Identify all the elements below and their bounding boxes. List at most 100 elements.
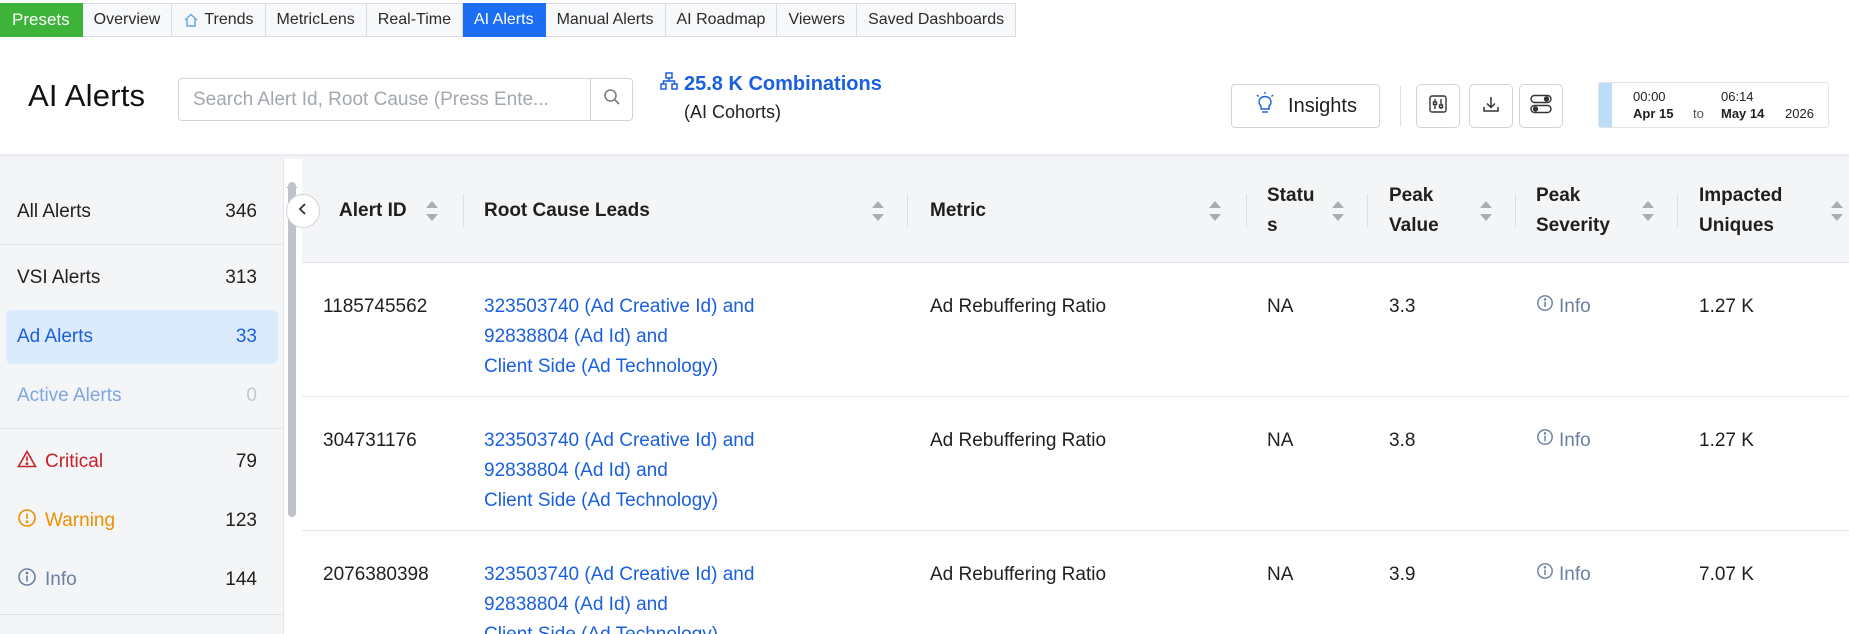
- metric-cell: Ad Rebuffering Ratio: [930, 296, 1107, 317]
- sidebar-item-warning[interactable]: Warning 123: [6, 494, 278, 548]
- sliders-icon: [1428, 94, 1448, 119]
- sidebar-item-active-alerts[interactable]: Active Alerts 0: [6, 369, 278, 423]
- sort-icon[interactable]: [1642, 201, 1654, 221]
- column-divider: [1246, 194, 1247, 228]
- severity-label: Info: [1559, 296, 1591, 317]
- sidebar-item-count: 79: [235, 451, 257, 472]
- lightbulb-icon: [1254, 91, 1276, 121]
- warning-triangle-icon: [17, 449, 37, 474]
- table-header: Alert ID Root Cause Leads Metric Statu s…: [302, 158, 1849, 263]
- column-header-peak-value[interactable]: Peak Value: [1389, 158, 1439, 263]
- peak-severity-cell: Info: [1536, 292, 1591, 322]
- search-input[interactable]: [179, 79, 590, 120]
- column-settings-button[interactable]: [1416, 84, 1460, 128]
- column-header-alert-id[interactable]: Alert ID: [339, 158, 407, 263]
- start-time: 00:00: [1633, 89, 1666, 104]
- root-cause-link[interactable]: 323503740 (Ad Creative Id) and 92838804 …: [484, 426, 754, 516]
- tab-trends[interactable]: Trends: [172, 3, 266, 37]
- tab-label: AI Roadmap: [676, 11, 766, 28]
- sidebar-scrollbar[interactable]: [288, 182, 296, 517]
- sidebar-item-count: 313: [225, 267, 257, 288]
- root-cause-link[interactable]: 323503740 (Ad Creative Id) and 92838804 …: [484, 292, 754, 382]
- tab-label: Real-Time: [377, 11, 451, 28]
- column-divider: [1367, 194, 1368, 228]
- date-range-accent: [1599, 83, 1612, 127]
- sidebar-item-count: 144: [225, 569, 257, 590]
- column-header-label: Statu s: [1267, 184, 1315, 236]
- column-header-label: Root Cause Leads: [484, 199, 650, 221]
- root-cause-line: 323503740 (Ad Creative Id) and: [484, 296, 755, 317]
- column-divider: [907, 194, 908, 228]
- sort-icon[interactable]: [1831, 201, 1843, 221]
- sidebar-item-count: 0: [246, 385, 257, 406]
- alert-id-cell: 304731176: [323, 430, 417, 451]
- sort-icon[interactable]: [426, 201, 438, 221]
- collapse-sidebar-button[interactable]: [286, 194, 320, 228]
- tab-metriclens[interactable]: MetricLens: [265, 3, 367, 37]
- sidebar-item-ad-alerts[interactable]: Ad Alerts 33: [6, 310, 278, 364]
- column-header-root-cause-leads[interactable]: Root Cause Leads: [484, 158, 650, 263]
- alert-id-cell: 1185745562: [323, 296, 428, 317]
- table-row[interactable]: 2076380398 323503740 (Ad Creative Id) an…: [302, 531, 1849, 634]
- date-range-picker[interactable]: 00:00 06:14 Apr 15 to May 14 2026: [1598, 82, 1829, 128]
- root-cause-line: 92838804 (Ad Id) and: [484, 594, 668, 615]
- tab-presets[interactable]: Presets: [0, 3, 83, 37]
- alert-id-cell: 2076380398: [323, 564, 429, 585]
- column-header-metric[interactable]: Metric: [930, 158, 986, 263]
- hierarchy-icon: [660, 72, 678, 96]
- tab-saved-dashboards[interactable]: Saved Dashboards: [857, 3, 1017, 37]
- sidebar-divider: [0, 244, 284, 245]
- column-header-label: Impacted Uniques: [1699, 184, 1783, 236]
- column-header-peak-severity[interactable]: Peak Severity: [1536, 158, 1610, 263]
- metric-cell: Ad Rebuffering Ratio: [930, 430, 1107, 451]
- alert-filter-sidebar: All Alerts 346 VSI Alerts 313 Ad Alerts …: [0, 158, 284, 634]
- tab-label: Overview: [93, 11, 161, 28]
- info-circle-icon: [1536, 426, 1554, 456]
- sidebar-item-count: 346: [225, 201, 257, 222]
- root-cause-line: 92838804 (Ad Id) and: [484, 460, 668, 481]
- sort-icon[interactable]: [872, 201, 884, 221]
- table-row[interactable]: 304731176 323503740 (Ad Creative Id) and…: [302, 397, 1849, 531]
- info-circle-icon: [17, 567, 37, 593]
- chevron-left-icon: [297, 202, 309, 221]
- impacted-uniques-cell: 7.07 K: [1699, 564, 1754, 585]
- search-box: [178, 78, 633, 121]
- sort-icon[interactable]: [1209, 201, 1221, 221]
- sort-icon[interactable]: [1332, 201, 1344, 221]
- sidebar-item-info[interactable]: Info 144: [6, 553, 278, 607]
- column-header-label: Peak Value: [1389, 184, 1439, 236]
- sidebar-divider: [0, 614, 284, 615]
- severity-label: Info: [1559, 430, 1591, 451]
- toggle-icon: [1530, 94, 1552, 119]
- tab-label: Viewers: [788, 11, 846, 28]
- sidebar-item-all-alerts[interactable]: All Alerts 346: [6, 185, 278, 239]
- tab-ai-alerts[interactable]: AI Alerts: [462, 3, 546, 37]
- combinations-link[interactable]: 25.8 K Combinations: [660, 72, 882, 96]
- view-toggle-button[interactable]: [1519, 84, 1563, 128]
- sidebar-item-count: 33: [235, 326, 257, 347]
- sidebar-item-label: Warning: [45, 510, 116, 531]
- column-header-label: Metric: [930, 199, 986, 221]
- table-row[interactable]: 1185745562 323503740 (Ad Creative Id) an…: [302, 263, 1849, 397]
- sort-icon[interactable]: [1480, 201, 1492, 221]
- column-header-status[interactable]: Statu s: [1267, 158, 1327, 263]
- tab-ai-roadmap[interactable]: AI Roadmap: [665, 3, 778, 37]
- search-button[interactable]: [590, 79, 632, 120]
- sidebar-item-label: Active Alerts: [17, 385, 122, 406]
- sidebar-item-count: 123: [225, 510, 257, 531]
- sidebar-item-label: VSI Alerts: [17, 267, 101, 288]
- tab-manual-alerts[interactable]: Manual Alerts: [545, 3, 666, 37]
- tab-real-time[interactable]: Real-Time: [366, 3, 463, 37]
- tab-overview[interactable]: Overview: [82, 3, 173, 37]
- column-header-label: Alert ID: [339, 199, 407, 221]
- insights-button[interactable]: Insights: [1231, 84, 1380, 128]
- sidebar-item-critical[interactable]: Critical 79: [6, 435, 278, 489]
- column-header-impacted-uniques[interactable]: Impacted Uniques: [1699, 158, 1782, 263]
- peak-value-cell: 3.3: [1389, 296, 1416, 317]
- sidebar-item-vsi-alerts[interactable]: VSI Alerts 313: [6, 251, 278, 305]
- home-icon: [183, 12, 199, 28]
- download-icon: [1481, 94, 1501, 119]
- download-button[interactable]: [1469, 84, 1513, 128]
- root-cause-link[interactable]: 323503740 (Ad Creative Id) and 92838804 …: [484, 560, 754, 634]
- tab-viewers[interactable]: Viewers: [777, 3, 858, 37]
